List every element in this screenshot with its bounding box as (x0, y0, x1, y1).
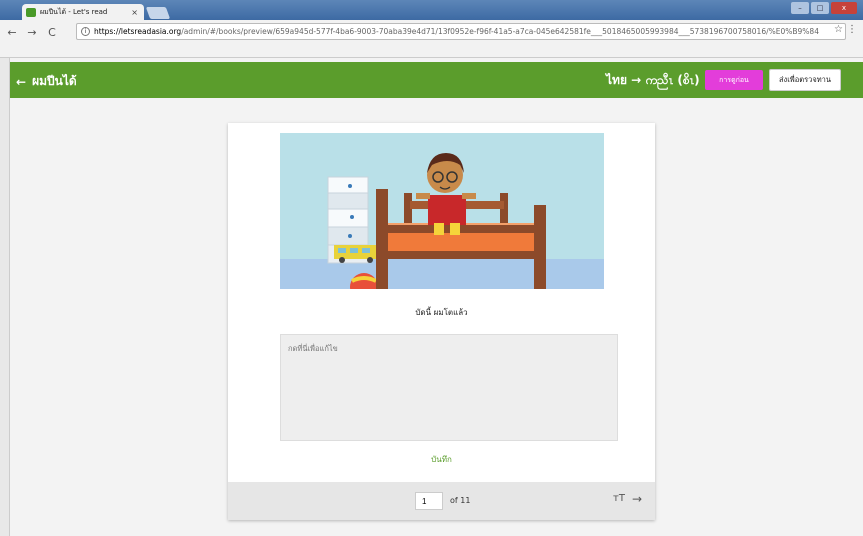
back-arrow-icon: ← (16, 74, 27, 89)
forward-icon[interactable]: → (26, 26, 38, 39)
browser-tab[interactable]: ผมปีนได้ - Let's read × (22, 4, 144, 20)
tab-close-icon[interactable]: × (131, 8, 138, 17)
tab-title: ผมปีนได้ - Let's read (40, 7, 108, 16)
window-close-button[interactable]: x (831, 2, 857, 14)
nav-buttons: ← → C (6, 26, 58, 39)
url-input[interactable]: i https://letsreadasia.org /admin/#/book… (76, 23, 846, 40)
new-tab-button[interactable] (145, 7, 171, 19)
bookmark-star-icon[interactable]: ☆ (834, 24, 843, 35)
page-illustration (280, 133, 604, 289)
maximize-button[interactable]: □ (811, 2, 829, 14)
browser-titlebar: ผมปีนได้ - Let's read × – □ x (0, 0, 863, 20)
favicon-icon (26, 7, 36, 17)
window-controls: – □ x (791, 2, 857, 14)
info-icon[interactable]: i (81, 27, 90, 36)
browser-menu-icon[interactable]: ⋮ (847, 24, 857, 35)
preview-button[interactable]: การดูก่อน (705, 70, 763, 90)
submit-review-button[interactable]: ส่งเพื่อตรวจทาน (769, 69, 841, 91)
url-path: /admin/#/books/preview/659a945d-577f-4ba… (181, 27, 819, 36)
save-link[interactable]: บันทึก (228, 453, 655, 466)
app-header: ← ผมปีนได้ ไทย → ကညီၤ (စိၤ) การดูก่อน ส่… (10, 62, 863, 98)
font-size-icon[interactable]: тT (613, 493, 625, 504)
total-pages: of 11 (450, 496, 471, 505)
page-navigation: of 11 тT → (228, 482, 655, 520)
page-number-input[interactable] (415, 492, 443, 510)
address-bar-area: ← → C i https://letsreadasia.org /admin/… (0, 20, 863, 58)
page-caption: บัดนี้ ผมโตแล้ว (415, 308, 468, 317)
back-link[interactable]: ← ผมปีนได้ (16, 72, 77, 91)
next-page-icon[interactable]: → (632, 492, 642, 506)
left-border (0, 58, 10, 536)
language-pair: ไทย → ကညီၤ (စိၤ) (606, 73, 700, 87)
url-domain: https://letsreadasia.org (94, 27, 182, 36)
back-icon[interactable]: ← (6, 26, 18, 39)
book-title: ผมปีนได้ (32, 74, 77, 88)
minimize-button[interactable]: – (791, 2, 809, 14)
page-card: บัดนี้ ผมโตแล้ว บันทึก of 11 тT → (228, 123, 655, 520)
translation-textarea[interactable] (280, 334, 618, 441)
reload-icon[interactable]: C (46, 26, 58, 39)
